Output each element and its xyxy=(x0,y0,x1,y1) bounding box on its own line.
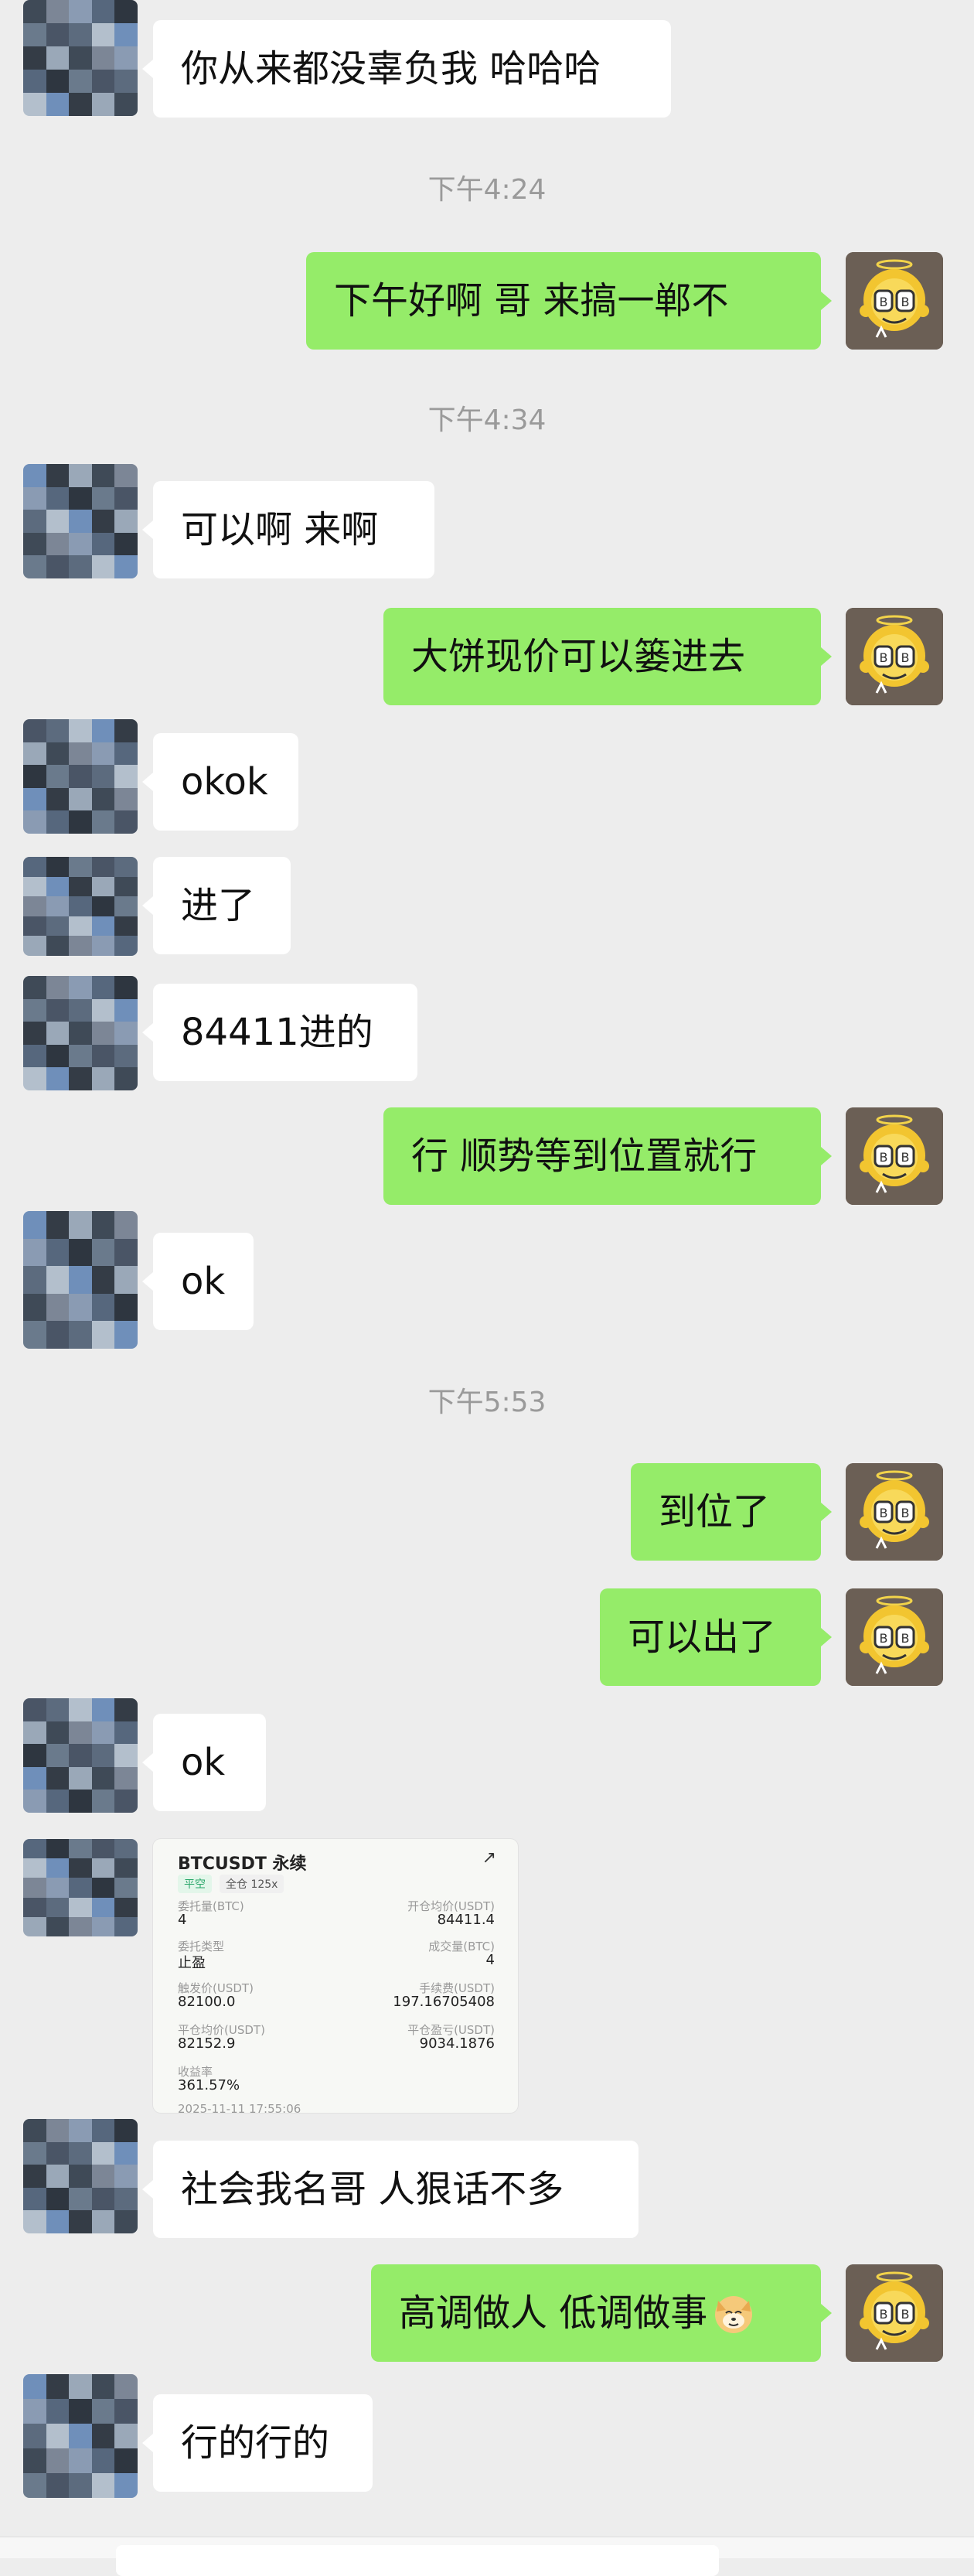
contact-avatar[interactable] xyxy=(23,1698,138,1813)
message-bubble-incoming[interactable]: okok xyxy=(153,733,298,831)
message-bubble-outgoing[interactable]: 大饼现价可以篓进去 xyxy=(383,608,821,705)
contact-avatar[interactable] xyxy=(23,976,138,1090)
svg-text:B: B xyxy=(880,650,888,665)
message-text: 进了 xyxy=(181,884,256,927)
message-bubble-outgoing[interactable]: 可以出了 xyxy=(600,1588,821,1686)
message-row: 高调做人 低调做事 BB xyxy=(0,2264,974,2365)
message-row: 大饼现价可以篓进去 BB xyxy=(0,605,974,705)
message-row: 行的行的 xyxy=(0,2374,974,2506)
message-row: 到位了 BB xyxy=(0,1463,974,1564)
message-text: 大饼现价可以篓进去 xyxy=(411,635,746,678)
message-row: 行 顺势等到位置就行 BB xyxy=(0,1107,974,1208)
message-row: 社会我名哥 人狠话不多 xyxy=(0,2119,974,2243)
message-row: 下午好啊 哥 来搞一郸不 BB xyxy=(0,249,974,350)
message-text: 84411进的 xyxy=(181,1011,373,1054)
timestamp: 下午4:34 xyxy=(427,404,547,436)
side-tag: 平空 xyxy=(178,1875,212,1893)
message-text: 可以啊 来啊 xyxy=(181,508,379,551)
chat-history[interactable]: 你从来都没辜负我 哈哈哈 下午4:24 下午好啊 哥 来搞一郸不 BB 下午4:… xyxy=(0,0,974,2557)
message-row: 你从来都没辜负我 哈哈哈 xyxy=(0,0,974,124)
message-text: 行的行的 xyxy=(181,2421,330,2465)
field-value: 82100.0 xyxy=(178,1994,236,2010)
message-row: okok xyxy=(0,719,974,843)
doge-emoji-icon xyxy=(715,2296,753,2333)
message-bubble-incoming[interactable]: 可以啊 来啊 xyxy=(153,481,434,578)
svg-text:B: B xyxy=(880,295,888,309)
message-bubble-incoming[interactable]: ok xyxy=(153,1714,266,1811)
contact-avatar[interactable] xyxy=(23,2119,138,2233)
contact-avatar[interactable] xyxy=(23,2374,138,2498)
message-bubble-incoming[interactable]: 社会我名哥 人狠话不多 xyxy=(153,2141,639,2238)
share-icon: ↗ xyxy=(482,1848,496,1868)
field-value: 82152.9 xyxy=(178,2035,236,2052)
message-row: 可以出了 BB xyxy=(0,1588,974,1689)
field-label: 委托量(BTC) xyxy=(178,1899,244,1913)
my-avatar[interactable]: BB xyxy=(846,2264,943,2362)
message-bubble-outgoing[interactable]: 行 顺势等到位置就行 xyxy=(383,1107,821,1205)
contact-avatar[interactable] xyxy=(23,0,138,116)
svg-text:B: B xyxy=(901,1150,910,1165)
message-text: 可以出了 xyxy=(628,1616,777,1659)
svg-text:B: B xyxy=(880,1506,888,1520)
message-input[interactable] xyxy=(116,2545,719,2576)
message-row: BTCUSDT 永续 ↗ 平空 全仓 125x 委托量(BTC) 4 开仓均价(… xyxy=(0,1839,974,2117)
field-value: 197.16705408 xyxy=(393,1994,495,2010)
svg-text:B: B xyxy=(901,650,910,665)
field-value: 9034.1876 xyxy=(419,2035,495,2052)
my-avatar[interactable]: BB xyxy=(846,252,943,350)
my-avatar[interactable]: BB xyxy=(846,1588,943,1686)
message-text: okok xyxy=(181,760,268,804)
message-text: ok xyxy=(181,1260,226,1303)
mode-tag: 全仓 125x xyxy=(220,1875,284,1893)
svg-text:B: B xyxy=(880,2307,888,2322)
field-label: 成交量(BTC) xyxy=(428,1940,495,1953)
contact-avatar[interactable] xyxy=(23,1211,138,1349)
message-text: 高调做人 低调做事 xyxy=(399,2291,708,2335)
svg-text:B: B xyxy=(880,1150,888,1165)
trade-screenshot-image[interactable]: BTCUSDT 永续 ↗ 平空 全仓 125x 委托量(BTC) 4 开仓均价(… xyxy=(153,1839,518,2113)
timestamp: 下午4:24 xyxy=(427,174,547,206)
message-row: 进了 xyxy=(0,857,974,957)
field-value: 361.57% xyxy=(178,2077,240,2093)
input-bar xyxy=(0,2537,974,2576)
my-avatar[interactable]: BB xyxy=(846,608,943,705)
card-title: BTCUSDT 永续 xyxy=(178,1854,307,1874)
message-text: 下午好啊 哥 来搞一郸不 xyxy=(334,279,729,322)
message-bubble-incoming[interactable]: 进了 xyxy=(153,857,291,954)
message-text: 到位了 xyxy=(659,1490,771,1534)
contact-avatar[interactable] xyxy=(23,1839,138,1936)
message-row: 84411进的 xyxy=(0,976,974,1092)
message-text: 你从来都没辜负我 哈哈哈 xyxy=(181,47,601,90)
my-avatar[interactable]: BB xyxy=(846,1463,943,1561)
field-value: 84411.4 xyxy=(437,1912,495,1928)
svg-text:B: B xyxy=(901,2307,910,2322)
contact-avatar[interactable] xyxy=(23,464,138,578)
message-bubble-incoming[interactable]: 84411进的 xyxy=(153,984,417,1081)
message-text: ok xyxy=(181,1741,226,1784)
svg-text:B: B xyxy=(901,1631,910,1646)
my-avatar[interactable]: BB xyxy=(846,1107,943,1205)
message-bubble-outgoing[interactable]: 高调做人 低调做事 xyxy=(371,2264,821,2362)
contact-avatar[interactable] xyxy=(23,719,138,834)
field-value: 止盈 xyxy=(178,1955,206,1971)
field-value: 4 xyxy=(178,1912,187,1928)
contact-avatar[interactable] xyxy=(23,857,138,956)
message-row: ok xyxy=(0,1698,974,1822)
message-text: 社会我名哥 人狠话不多 xyxy=(181,2168,564,2211)
message-row: ok xyxy=(0,1211,974,1358)
message-text: 行 顺势等到位置就行 xyxy=(411,1134,758,1178)
svg-text:B: B xyxy=(901,1506,910,1520)
message-bubble-outgoing[interactable]: 下午好啊 哥 来搞一郸不 xyxy=(306,252,821,350)
message-bubble-incoming[interactable]: 你从来都没辜负我 哈哈哈 xyxy=(153,20,671,118)
card-footer: 2025-11-11 17:55:06 xyxy=(178,2102,301,2113)
message-bubble-incoming[interactable]: ok xyxy=(153,1233,254,1330)
svg-text:B: B xyxy=(901,295,910,309)
timestamp: 下午5:53 xyxy=(427,1387,547,1418)
field-value: 4 xyxy=(485,1952,495,1968)
message-row: 可以啊 来啊 xyxy=(0,464,974,588)
message-bubble-outgoing[interactable]: 到位了 xyxy=(631,1463,821,1561)
message-bubble-incoming[interactable]: 行的行的 xyxy=(153,2394,373,2492)
svg-text:B: B xyxy=(880,1631,888,1646)
